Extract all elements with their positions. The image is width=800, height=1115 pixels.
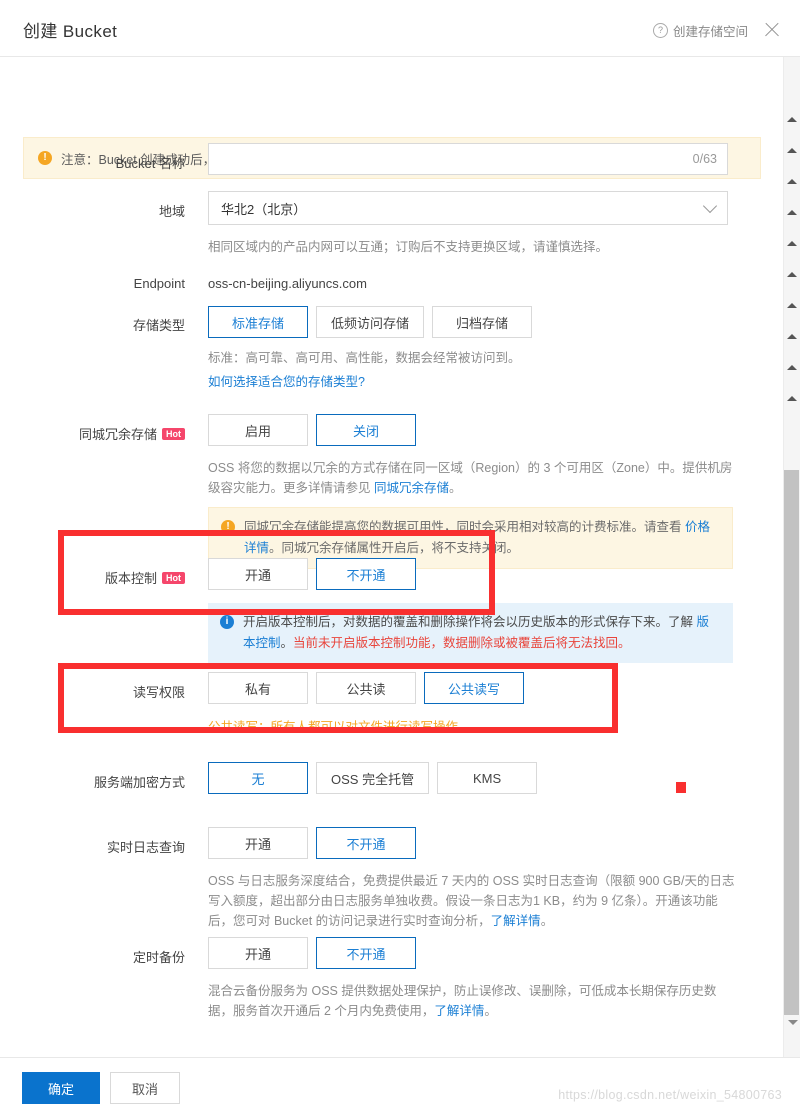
zrs-tip-text: 同城冗余存储能提高您的数据可用性，同时会采用相对较高的计费标准。请查看 价格详情… bbox=[244, 520, 710, 555]
encryption-option-none[interactable]: 无 bbox=[208, 762, 308, 794]
realtime-log-group: 开通 不开通 bbox=[208, 827, 736, 859]
dialog-footer: 确定 取消 bbox=[0, 1057, 800, 1115]
chevron-up-icon bbox=[786, 241, 797, 246]
chevron-up-icon bbox=[786, 396, 797, 401]
zrs-label: 同城冗余存储 Hot bbox=[0, 424, 185, 443]
scheduled-backup-option-enable[interactable]: 开通 bbox=[208, 937, 308, 969]
versioning-field-wrap: 开通 不开通 i 开启版本控制后，对数据的覆盖和删除操作将会以历史版本的形式保存… bbox=[208, 558, 733, 663]
chevron-up-icon bbox=[786, 148, 797, 153]
realtime-log-option-enable[interactable]: 开通 bbox=[208, 827, 308, 859]
bucket-name-input[interactable]: 0/63 bbox=[208, 143, 728, 175]
scrollbar-arrow-marks bbox=[785, 117, 798, 427]
acl-option-private[interactable]: 私有 bbox=[208, 672, 308, 704]
versioning-label: 版本控制 Hot bbox=[0, 568, 185, 587]
encryption-option-kms[interactable]: KMS bbox=[437, 762, 538, 794]
help-link-label: 创建存储空间 bbox=[672, 24, 748, 39]
chevron-up-icon bbox=[786, 117, 797, 122]
chevron-up-icon bbox=[786, 365, 797, 370]
close-icon[interactable] bbox=[762, 20, 782, 40]
storage-class-field-wrap: 标准存储 低频访问存储 归档存储 标准：高可靠、高可用、高性能，数据会经常被访问… bbox=[208, 306, 733, 392]
zrs-option-disable[interactable]: 关闭 bbox=[316, 414, 416, 446]
zrs-group: 启用 关闭 bbox=[208, 414, 733, 446]
realtime-log-hint-link[interactable]: 了解详情 bbox=[491, 914, 541, 928]
acl-hint: 公共读写：所有人都可以对文件进行读写操作。 bbox=[208, 720, 471, 734]
storage-class-hint: 标准：高可靠、高可用、高性能，数据会经常被访问到。 bbox=[208, 351, 521, 365]
create-bucket-dialog: 创建 Bucket ? 创建存储空间 ! 注意：Bucket 创建成功后，您所选… bbox=[0, 0, 800, 1115]
region-select-value: 华北2（北京） bbox=[221, 201, 307, 217]
encryption-option-oss-managed[interactable]: OSS 完全托管 bbox=[316, 762, 430, 794]
region-select[interactable]: 华北2（北京） bbox=[208, 191, 728, 225]
acl-field-wrap: 私有 公共读 公共读写 公共读写：所有人都可以对文件进行读写操作。 bbox=[208, 672, 532, 735]
bucket-name-label: Bucket 名称 bbox=[115, 156, 185, 171]
versioning-option-enable[interactable]: 开通 bbox=[208, 558, 308, 590]
region-label: 地域 bbox=[158, 204, 185, 219]
encryption-field-wrap: 无 OSS 完全托管 KMS bbox=[208, 762, 545, 794]
versioning-tip-text: 开启版本控制后，对数据的覆盖和删除操作将会以历史版本的形式保存下来。了解 版本控… bbox=[243, 615, 709, 650]
zrs-option-enable[interactable]: 启用 bbox=[208, 414, 308, 446]
endpoint-value: oss-cn-beijing.aliyuncs.com bbox=[208, 276, 367, 291]
page-title: 创建 Bucket bbox=[23, 22, 118, 41]
chevron-up-icon bbox=[786, 334, 797, 339]
versioning-tip-warning: 当前未开启版本控制功能，数据删除或被覆盖后将无法找回。 bbox=[293, 636, 631, 650]
realtime-log-option-disable[interactable]: 不开通 bbox=[316, 827, 416, 859]
scheduled-backup-label: 定时备份 bbox=[132, 950, 185, 965]
scheduled-backup-option-disable[interactable]: 不开通 bbox=[316, 937, 416, 969]
acl-option-public-read-write[interactable]: 公共读写 bbox=[424, 672, 524, 704]
help-link[interactable]: ? 创建存储空间 bbox=[652, 21, 748, 40]
storage-class-help-link[interactable]: 如何选择适合您的存储类型? bbox=[208, 372, 733, 392]
acl-group: 私有 公共读 公共读写 bbox=[208, 672, 532, 704]
storage-class-option-standard[interactable]: 标准存储 bbox=[208, 306, 308, 338]
chevron-up-icon bbox=[786, 210, 797, 215]
bucket-name-counter: 0/63 bbox=[692, 152, 717, 166]
endpoint-label: Endpoint bbox=[133, 276, 185, 291]
watermark: https://blog.csdn.net/weixin_54800763 bbox=[558, 1088, 782, 1102]
question-circle-icon: ? bbox=[652, 22, 668, 38]
scrollbar-thumb[interactable] bbox=[784, 470, 799, 1015]
region-hint: 相同区域内的产品内网可以互通；订购后不支持更换区域，请谨慎选择。 bbox=[208, 240, 609, 254]
zrs-hint-link[interactable]: 同城冗余存储 bbox=[374, 481, 449, 495]
endpoint-value-wrap: oss-cn-beijing.aliyuncs.com bbox=[208, 276, 367, 291]
dialog-header: 创建 Bucket ? 创建存储空间 bbox=[0, 0, 800, 57]
realtime-log-field-wrap: 开通 不开通 OSS 与日志服务深度结合，免费提供最近 7 天内的 OSS 实时… bbox=[208, 827, 736, 931]
dialog-body: ! 注意：Bucket 创建成功后，您所选择的 存储类型、区域、存储冗余类型 不… bbox=[0, 57, 800, 1057]
chevron-up-icon bbox=[786, 179, 797, 184]
chevron-up-icon bbox=[786, 272, 797, 277]
zrs-hint: OSS 将您的数据以冗余的方式存储在同一区域（Region）的 3 个可用区（Z… bbox=[208, 461, 733, 495]
storage-class-label: 存储类型 bbox=[132, 318, 185, 333]
versioning-group: 开通 不开通 bbox=[208, 558, 733, 590]
zrs-field-wrap: 启用 关闭 OSS 将您的数据以冗余的方式存储在同一区域（Region）的 3 … bbox=[208, 414, 733, 569]
realtime-log-label: 实时日志查询 bbox=[106, 840, 185, 855]
versioning-tip-box: i 开启版本控制后，对数据的覆盖和删除操作将会以历史版本的形式保存下来。了解 版… bbox=[208, 603, 733, 663]
confirm-button[interactable]: 确定 bbox=[22, 1072, 100, 1104]
versioning-hot-badge: Hot bbox=[162, 572, 185, 584]
realtime-log-hint: OSS 与日志服务深度结合，免费提供最近 7 天内的 OSS 实时日志查询（限额… bbox=[208, 874, 735, 928]
storage-class-option-archive[interactable]: 归档存储 bbox=[432, 306, 533, 338]
cancel-button[interactable]: 取消 bbox=[110, 1072, 180, 1104]
warning-icon: ! bbox=[221, 520, 235, 534]
scrollbar-down-arrow-icon[interactable] bbox=[788, 1020, 798, 1025]
header-actions: ? 创建存储空间 bbox=[652, 20, 782, 40]
encryption-label: 服务端加密方式 bbox=[93, 775, 185, 790]
storage-class-option-ia[interactable]: 低频访问存储 bbox=[316, 306, 425, 338]
versioning-option-disable[interactable]: 不开通 bbox=[316, 558, 416, 590]
scheduled-backup-hint: 混合云备份服务为 OSS 提供数据处理保护，防止误修改、误删除，可低成本长期保存… bbox=[208, 984, 717, 1018]
scheduled-backup-hint-link[interactable]: 了解详情 bbox=[434, 1004, 484, 1018]
acl-label: 读写权限 bbox=[132, 685, 185, 700]
chevron-down-icon bbox=[702, 198, 718, 213]
chevron-up-icon bbox=[786, 303, 797, 308]
acl-option-public-read[interactable]: 公共读 bbox=[316, 672, 416, 704]
encryption-group: 无 OSS 完全托管 KMS bbox=[208, 762, 545, 794]
scheduled-backup-field-wrap: 开通 不开通 混合云备份服务为 OSS 提供数据处理保护，防止误修改、误删除，可… bbox=[208, 937, 736, 1021]
region-field-wrap: 华北2（北京） 相同区域内的产品内网可以互通；订购后不支持更换区域，请谨慎选择。 bbox=[208, 191, 733, 257]
bucket-name-field-wrap: 0/63 bbox=[208, 143, 728, 175]
info-icon: i bbox=[220, 615, 234, 629]
scheduled-backup-group: 开通 不开通 bbox=[208, 937, 736, 969]
zrs-hot-badge: Hot bbox=[162, 428, 185, 440]
storage-class-group: 标准存储 低频访问存储 归档存储 bbox=[208, 306, 733, 338]
